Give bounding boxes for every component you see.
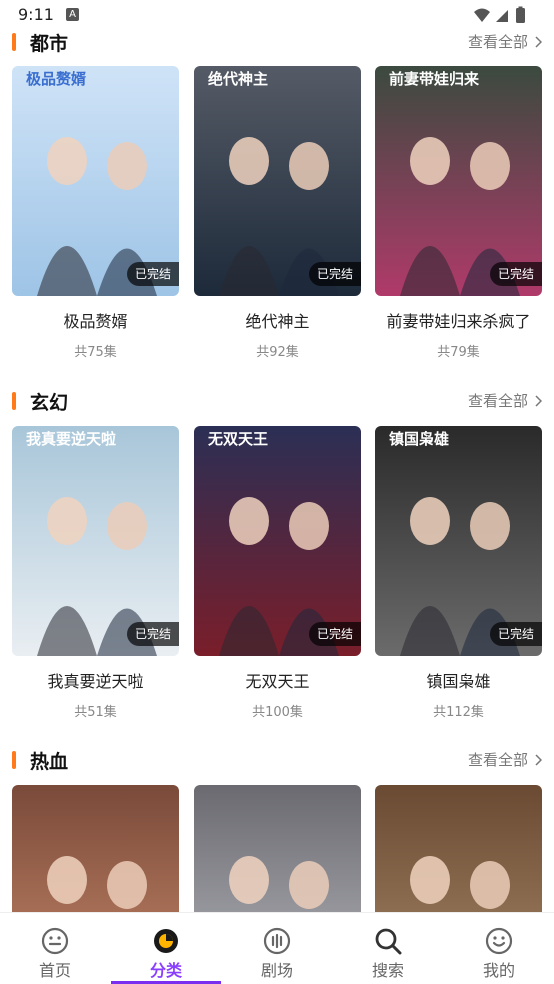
- completed-badge: 已完结: [489, 262, 542, 286]
- poster-title-text: 前妻带娃归来: [389, 70, 480, 88]
- home-face-icon: [41, 927, 69, 955]
- category-icon: [154, 929, 178, 953]
- chevron-right-icon: [535, 35, 542, 48]
- poster-title-text: 无双天王: [208, 430, 269, 448]
- completed-badge: 已完结: [489, 622, 542, 646]
- signal-icon: [496, 10, 508, 22]
- drama-poster[interactable]: 极品赘婿已完结: [12, 66, 179, 296]
- section-xuanhuan: 玄幻 查看全部 我真要逆天啦 已完结 我真要逆天啦 共51集 无双天王 已完结 无双…: [0, 387, 554, 727]
- section-title: 都市: [30, 33, 69, 55]
- nav-label: 我的: [482, 961, 515, 980]
- drama-poster[interactable]: 镇国枭雄已完结: [375, 426, 542, 656]
- theater-icon: [263, 927, 291, 955]
- section-dushi: 都市 查看全部 极品赘婿 已完结 极品赘婿 共75集 绝代神主 已完结 绝代神主 共…: [0, 28, 554, 368]
- drama-poster[interactable]: [194, 785, 361, 912]
- section-accent-bar: [12, 392, 16, 410]
- drama-episodes: 共51集: [74, 705, 117, 720]
- drama-title: 极品赘婿: [63, 312, 128, 331]
- nav-label: 首页: [38, 961, 71, 980]
- nav-label: 分类: [149, 961, 182, 980]
- wifi-icon: [474, 8, 490, 22]
- drama-title: 绝代神主: [245, 312, 310, 331]
- bottom-nav: 首页 分类 剧场 搜索 我的: [0, 912, 554, 984]
- drama-episodes: 共79集: [437, 345, 480, 360]
- drama-title: 镇国枭雄: [426, 672, 491, 691]
- drama-episodes: 共92集: [256, 345, 299, 360]
- view-all-link[interactable]: 查看全部: [468, 390, 542, 411]
- chevron-right-icon: [535, 753, 542, 766]
- section-title: 玄幻: [30, 392, 69, 414]
- poster-title-text: 我真要逆天啦: [26, 430, 117, 448]
- nav-label: 剧场: [260, 961, 293, 980]
- completed-badge: 已完结: [308, 262, 361, 286]
- drama-episodes: 共75集: [74, 345, 117, 360]
- section-rexue: 热血 查看全部: [0, 746, 554, 912]
- poster-title-text: 绝代神主: [208, 70, 269, 88]
- view-all-label: 查看全部: [467, 392, 528, 410]
- status-time: 9:11: [18, 5, 54, 24]
- nav-home[interactable]: 首页: [0, 913, 110, 984]
- notification-a-icon: A: [66, 8, 79, 21]
- drama-title: 前妻带娃归来杀疯了: [386, 312, 531, 331]
- section-accent-bar: [12, 751, 16, 769]
- poster-title-text: 镇国枭雄: [389, 430, 450, 448]
- drama-poster[interactable]: 绝代神主已完结: [194, 66, 361, 296]
- drama-episodes: 共100集: [252, 705, 303, 720]
- nav-profile[interactable]: 我的: [444, 913, 554, 984]
- section-header: 都市 查看全部: [0, 28, 554, 58]
- section-header: 热血 查看全部: [0, 746, 554, 776]
- poster-artwork: [375, 785, 542, 912]
- drama-episodes: 共112集: [433, 705, 484, 720]
- completed-badge: 已完结: [126, 622, 179, 646]
- battery-icon: [516, 8, 525, 23]
- profile-icon: [485, 927, 513, 955]
- nav-label: 搜索: [371, 961, 404, 980]
- view-all-link[interactable]: 查看全部: [468, 749, 542, 770]
- chevron-right-icon: [535, 394, 542, 407]
- drama-poster[interactable]: 无双天王已完结: [194, 426, 361, 656]
- poster-title-text: 极品赘婿: [26, 70, 87, 88]
- search-icon: [375, 928, 402, 955]
- status-icons: [474, 6, 525, 23]
- drama-poster[interactable]: 我真要逆天啦已完结: [12, 426, 179, 656]
- poster-artwork: [194, 785, 361, 912]
- drama-poster[interactable]: [375, 785, 542, 912]
- drama-title: 我真要逆天啦: [47, 672, 144, 691]
- completed-badge: 已完结: [126, 262, 179, 286]
- nav-theater[interactable]: 剧场: [222, 913, 332, 984]
- section-title: 热血: [30, 751, 69, 773]
- section-accent-bar: [12, 33, 16, 51]
- status-bar: 9:11 A: [0, 0, 554, 30]
- view-all-label: 查看全部: [467, 751, 528, 769]
- section-header: 玄幻 查看全部: [0, 387, 554, 417]
- poster-artwork: [12, 785, 179, 912]
- drama-poster[interactable]: [12, 785, 179, 912]
- view-all-label: 查看全部: [467, 33, 528, 51]
- drama-title: 无双天王: [245, 672, 310, 691]
- drama-poster[interactable]: 前妻带娃归来已完结: [375, 66, 542, 296]
- completed-badge: 已完结: [308, 622, 361, 646]
- nav-search[interactable]: 搜索: [333, 913, 443, 984]
- view-all-link[interactable]: 查看全部: [468, 31, 542, 52]
- nav-category[interactable]: 分类: [111, 913, 221, 984]
